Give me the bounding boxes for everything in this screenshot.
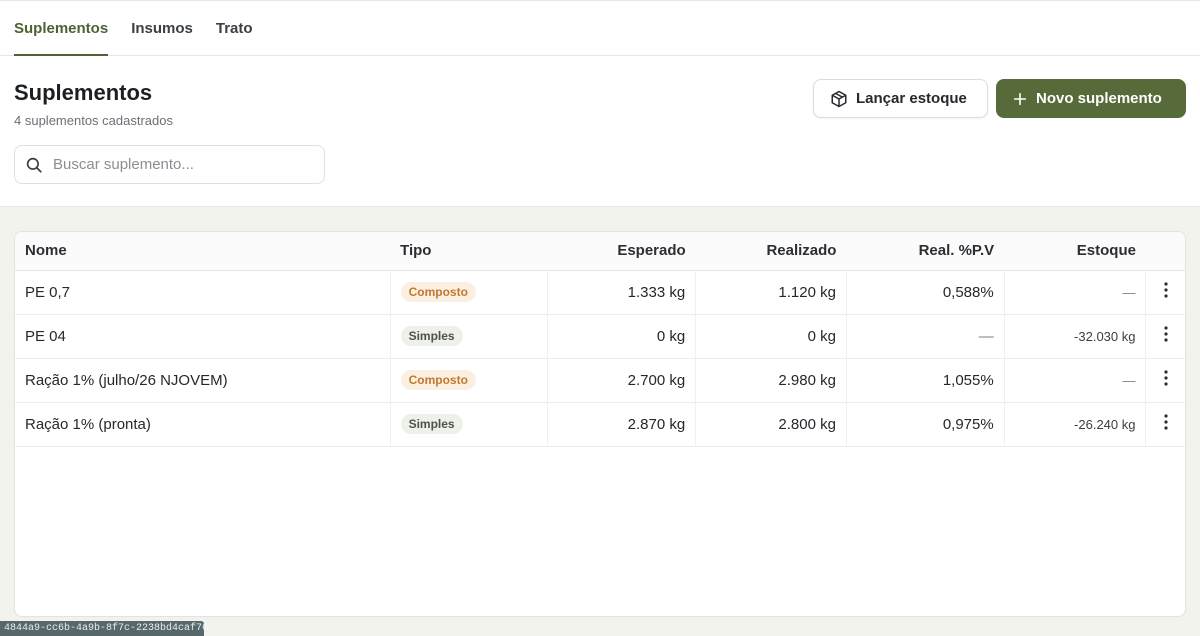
- kebab-menu-icon[interactable]: [1164, 414, 1168, 430]
- cell-esperado: 0 kg: [547, 314, 697, 358]
- kebab-menu-icon[interactable]: [1164, 282, 1168, 298]
- cell-real-pv: 1,055%: [846, 358, 1005, 402]
- search-box: [14, 145, 325, 184]
- type-badge: Composto: [400, 282, 476, 302]
- cell-esperado: 2.700 kg: [547, 358, 697, 402]
- type-badge: Simples: [400, 326, 463, 346]
- kebab-menu-icon[interactable]: [1164, 370, 1168, 386]
- cell-tipo: Simples: [390, 402, 549, 446]
- content-area: Nome Tipo Esperado Realizado Real. %P.V …: [0, 207, 1200, 636]
- page-title: Suplementos: [14, 80, 153, 105]
- table-row[interactable]: Ração 1% (julho/26 NJOVEM) Composto 2.70…: [15, 358, 1185, 402]
- cell-tipo: Composto: [390, 358, 549, 402]
- status-url-tag: 4844a9-cc6b-4a9b-8f7c-2238bd4caf76: [0, 621, 204, 636]
- type-badge: Composto: [400, 370, 476, 390]
- column-header-estoque[interactable]: Estoque: [1004, 232, 1146, 270]
- kebab-menu-icon[interactable]: [1164, 326, 1168, 342]
- type-badge: Simples: [400, 414, 463, 434]
- tab-suplementos[interactable]: Suplementos: [14, 1, 109, 56]
- launch-stock-label: Lançar estoque: [856, 90, 967, 107]
- tab-trato[interactable]: Trato: [216, 1, 253, 55]
- new-supplement-button[interactable]: Novo suplemento: [996, 79, 1186, 118]
- cell-real-pv: 0,975%: [846, 402, 1005, 446]
- cell-tipo: Composto: [390, 270, 549, 314]
- cell-realizado: 2.800 kg: [695, 402, 847, 446]
- cell-nome: Ração 1% (pronta): [15, 402, 391, 446]
- cell-estoque: —: [1004, 358, 1147, 402]
- search-icon: [26, 157, 42, 173]
- cell-estoque: -26.240 kg: [1004, 402, 1147, 446]
- table-row[interactable]: PE 0,7 Composto 1.333 kg 1.120 kg 0,588%…: [15, 270, 1185, 314]
- cell-nome: Ração 1% (julho/26 NJOVEM): [15, 358, 391, 402]
- tab-bar: Suplementos Insumos Trato: [0, 0, 1200, 56]
- tab-insumos[interactable]: Insumos: [131, 1, 193, 55]
- cell-nome: PE 04: [15, 314, 391, 358]
- cell-real-pv: 0,588%: [846, 270, 1005, 314]
- column-header-real-pv[interactable]: Real. %P.V: [846, 232, 1004, 270]
- column-header-realizado[interactable]: Realizado: [696, 232, 847, 270]
- launch-stock-button[interactable]: Lançar estoque: [813, 79, 988, 118]
- table-row[interactable]: PE 04 Simples 0 kg 0 kg — -32.030 kg: [15, 314, 1185, 358]
- table-header-row: Nome Tipo Esperado Realizado Real. %P.V …: [15, 232, 1185, 270]
- cell-estoque: —: [1004, 270, 1147, 314]
- search-input[interactable]: [53, 156, 313, 173]
- cell-actions: [1146, 270, 1185, 314]
- page-subtitle: 4 suplementos cadastrados: [14, 113, 173, 128]
- cell-esperado: 1.333 kg: [547, 270, 697, 314]
- package-icon: [831, 90, 847, 107]
- new-supplement-label: Novo suplemento: [1036, 90, 1162, 107]
- column-header-nome[interactable]: Nome: [15, 232, 390, 270]
- column-header-esperado[interactable]: Esperado: [548, 232, 696, 270]
- table-row[interactable]: Ração 1% (pronta) Simples 2.870 kg 2.800…: [15, 402, 1185, 446]
- plus-icon: [1013, 92, 1027, 105]
- cell-realizado: 2.980 kg: [695, 358, 847, 402]
- cell-actions: [1146, 402, 1185, 446]
- column-header-actions: [1146, 232, 1185, 270]
- supplements-table: Nome Tipo Esperado Realizado Real. %P.V …: [15, 232, 1185, 447]
- cell-nome: PE 0,7: [15, 270, 391, 314]
- supplements-table-card: Nome Tipo Esperado Realizado Real. %P.V …: [14, 231, 1186, 617]
- cell-actions: [1146, 358, 1185, 402]
- column-header-tipo[interactable]: Tipo: [390, 232, 548, 270]
- cell-realizado: 1.120 kg: [695, 270, 847, 314]
- cell-realizado: 0 kg: [695, 314, 847, 358]
- cell-actions: [1146, 314, 1185, 358]
- cell-tipo: Simples: [390, 314, 549, 358]
- page-header: Suplementos 4 suplementos cadastrados La…: [0, 56, 1200, 207]
- cell-esperado: 2.870 kg: [547, 402, 697, 446]
- cell-real-pv: —: [846, 314, 1005, 358]
- cell-estoque: -32.030 kg: [1004, 314, 1147, 358]
